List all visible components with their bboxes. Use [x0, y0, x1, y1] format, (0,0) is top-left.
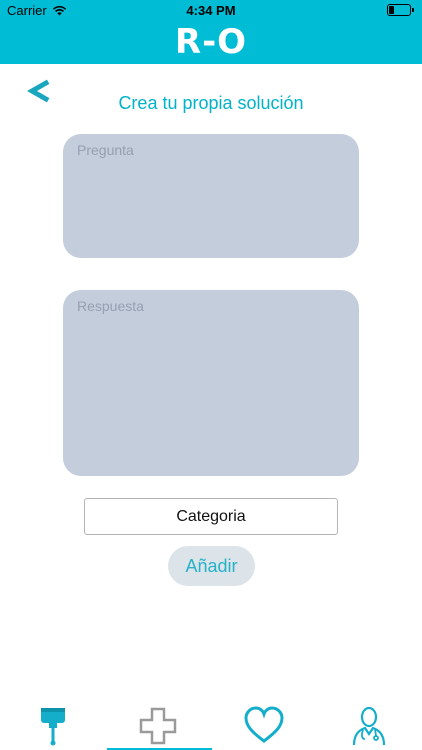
- app-logo: R-O: [174, 22, 248, 62]
- tab-favorites[interactable]: [211, 697, 316, 750]
- status-time: 4:34 PM: [186, 3, 236, 18]
- tab-doctor[interactable]: [316, 697, 421, 750]
- iv-bag-icon: [40, 708, 65, 746]
- page-title: Crea tu propia solución: [118, 93, 304, 113]
- add-button[interactable]: Añadir: [168, 546, 255, 586]
- tab-iv-bag[interactable]: [0, 697, 105, 750]
- category-selector[interactable]: Categoria: [84, 498, 338, 535]
- tab-medical[interactable]: [105, 697, 210, 750]
- question-field[interactable]: [63, 134, 359, 258]
- doctor-icon: [352, 706, 385, 746]
- status-bar: Carrier 4:34 PM: [0, 0, 422, 20]
- heart-icon: [243, 706, 284, 743]
- medical-cross-icon: [139, 707, 176, 745]
- battery-icon: [387, 4, 414, 16]
- app-header: Carrier 4:34 PM R-O: [0, 0, 422, 64]
- tab-bar: [0, 697, 422, 750]
- answer-field[interactable]: [63, 290, 359, 476]
